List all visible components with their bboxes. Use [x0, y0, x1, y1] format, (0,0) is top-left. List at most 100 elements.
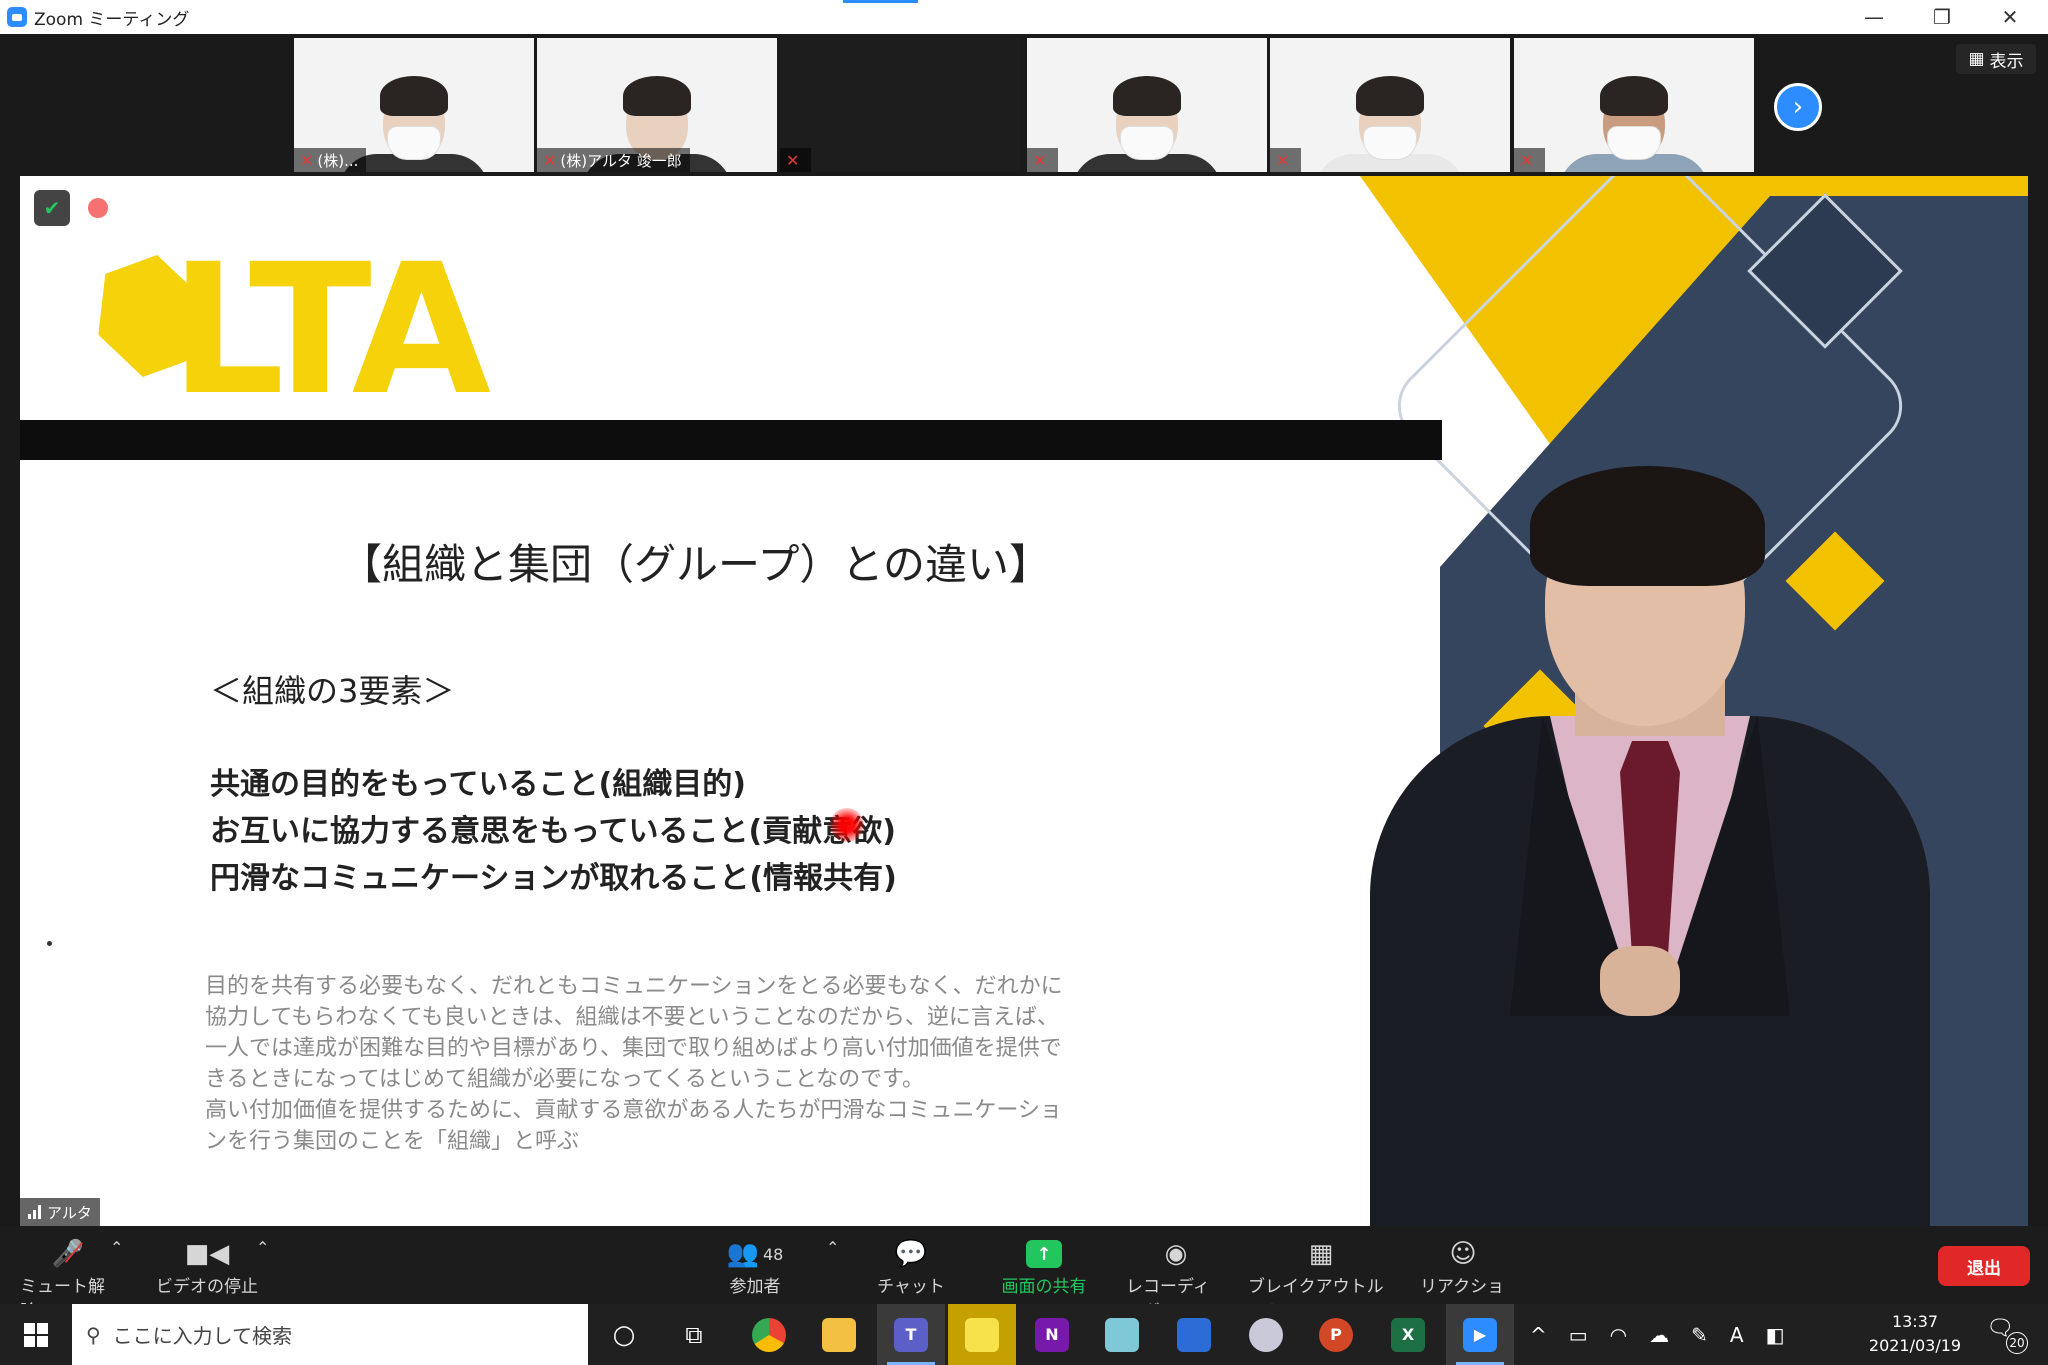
- slide-subtitle: ＜組織の3要素＞: [210, 672, 455, 710]
- ime-mode-icon[interactable]: ◧: [1766, 1323, 1785, 1347]
- mic-muted-icon: ✕: [786, 150, 800, 170]
- breakout-grid-icon: ▦: [1308, 1239, 1334, 1269]
- zoom-app-icon: [7, 7, 27, 27]
- smiley-plus-icon: ☺: [1449, 1239, 1477, 1269]
- mic-muted-icon: ✕: [1276, 150, 1290, 170]
- participant-thumbnail[interactable]: ✕: [780, 38, 1020, 172]
- close-button[interactable]: ✕: [1976, 0, 2044, 34]
- taskbar-search-box[interactable]: ⚲ ここに入力して検索: [72, 1304, 588, 1365]
- zoom-window: Zoom ミーティング — ❐ ✕ ✕ (株)... ✕ (株)アルタ 竣一郎: [0, 0, 2048, 1365]
- participant-name-tag: ✕: [780, 148, 812, 172]
- laser-pointer: [830, 808, 864, 842]
- cortana-button[interactable]: ○: [590, 1304, 658, 1365]
- video-options-caret[interactable]: ⌃: [256, 1238, 269, 1257]
- participants-count: 48: [763, 1244, 784, 1264]
- system-tray: ^ ▭ ◠ ☁ ✎ A ◧: [1530, 1304, 1784, 1365]
- leave-meeting-button[interactable]: 退出: [1938, 1246, 2030, 1286]
- title-bar: Zoom ミーティング — ❐ ✕: [0, 0, 2048, 34]
- participant-thumbnail[interactable]: ✕: [1514, 38, 1754, 172]
- participant-thumbnail[interactable]: ✕ (株)...: [294, 38, 534, 172]
- slide-list-item: 共通の目的をもっていること(組織目的): [210, 767, 746, 802]
- minimize-icon: —: [1864, 5, 1884, 29]
- taskbar-clock[interactable]: 13:37 2021/03/19: [1860, 1310, 1970, 1358]
- taskbar-app-excel[interactable]: X: [1374, 1304, 1442, 1365]
- participant-strip: ✕ (株)... ✕ (株)アルタ 竣一郎 ✕ ✕ ✕ ✕ › ▦ 表示: [0, 34, 2048, 176]
- slide-title: 【組織と集団（グループ）との違い】: [340, 540, 1052, 589]
- ime-indicator[interactable]: A: [1730, 1323, 1744, 1347]
- slide-list-item: お互いに協力する意思をもっていること(貢献意欲): [210, 814, 896, 849]
- wifi-icon[interactable]: ◠: [1610, 1323, 1627, 1347]
- participants-icon: 👥: [726, 1239, 759, 1269]
- remote-desktop-icon: [1177, 1317, 1211, 1352]
- participant-name-tag: ✕: [1270, 148, 1302, 172]
- taskbar-app-sticky-notes[interactable]: [948, 1304, 1016, 1365]
- show-hidden-icons-chevron[interactable]: ^: [1530, 1323, 1547, 1347]
- view-button[interactable]: ▦ 表示: [1956, 44, 2036, 74]
- onedrive-icon[interactable]: ☁: [1649, 1323, 1669, 1347]
- taskbar-app-powerpoint[interactable]: P: [1302, 1304, 1370, 1365]
- notepad-icon: [1105, 1317, 1139, 1352]
- participants-options-caret[interactable]: ⌃: [826, 1238, 839, 1257]
- taskbar-app-snip[interactable]: [1232, 1304, 1300, 1365]
- window-title: Zoom ミーティング: [34, 9, 190, 30]
- taskbar-app-chrome[interactable]: [735, 1304, 803, 1365]
- signal-strength-icon: [28, 1205, 41, 1219]
- windows-logo-icon: [24, 1322, 48, 1347]
- minimize-button[interactable]: —: [1840, 0, 1908, 34]
- security-shield-icon[interactable]: ✔: [34, 190, 70, 226]
- mic-muted-icon: 🎤̸: [51, 1239, 85, 1269]
- participant-thumbnail[interactable]: ✕: [1270, 38, 1510, 172]
- share-arrow-icon: ↑: [1026, 1240, 1062, 1268]
- presenter-video: [1330, 466, 1970, 1226]
- snip-icon: [1249, 1317, 1283, 1352]
- mic-muted-icon: ✕: [1520, 150, 1534, 170]
- chat-button[interactable]: 💬 チャット: [876, 1236, 946, 1297]
- folder-icon: [822, 1317, 856, 1352]
- search-placeholder: ここに入力して検索: [112, 1324, 293, 1348]
- taskbar-app-explorer[interactable]: [805, 1304, 873, 1365]
- audio-options-caret[interactable]: ⌃: [110, 1238, 123, 1257]
- slide-header-band: [20, 420, 1442, 460]
- loading-indicator: [843, 0, 918, 3]
- participants-button[interactable]: 👥 48 参加者: [720, 1236, 790, 1297]
- cortana-circle-icon: ○: [612, 1319, 636, 1350]
- chevron-right-icon: ›: [1792, 92, 1804, 122]
- close-icon: ✕: [2001, 5, 2019, 29]
- chrome-icon: [752, 1317, 786, 1352]
- video-camera-icon: ■◀: [184, 1239, 230, 1269]
- powerpoint-icon: P: [1319, 1317, 1353, 1352]
- task-view-icon: ⧉: [685, 1320, 703, 1349]
- pen-icon[interactable]: ✎: [1691, 1323, 1708, 1347]
- task-view-button[interactable]: ⧉: [660, 1304, 728, 1365]
- share-screen-button[interactable]: ↑ 画面の共有: [996, 1236, 1092, 1297]
- onenote-icon: N: [1035, 1317, 1069, 1352]
- grid-icon: ▦: [1968, 49, 1985, 69]
- slide-body-text: 目的を共有する必要もなく、だれともコミュニケーションをとる必要もなく、だれかに …: [205, 974, 1063, 1154]
- sticky-notes-icon: [965, 1317, 999, 1352]
- taskbar-app-teams[interactable]: T: [877, 1304, 945, 1365]
- mic-muted-icon: ✕: [1033, 150, 1047, 170]
- teams-icon: T: [894, 1317, 928, 1352]
- restore-button[interactable]: ❐: [1908, 0, 1976, 34]
- next-page-button[interactable]: ›: [1774, 83, 1822, 131]
- speaker-name-tag: アルタ: [20, 1198, 100, 1226]
- recording-indicator-icon: [88, 198, 108, 218]
- participant-thumbnail[interactable]: ✕ (株)アルタ 竣一郎: [537, 38, 777, 172]
- restore-icon: ❐: [1933, 5, 1951, 29]
- start-button[interactable]: [0, 1304, 72, 1365]
- search-icon: ⚲: [86, 1322, 101, 1347]
- notification-center-button[interactable]: 🗨 20: [1986, 1316, 2028, 1354]
- taskbar-app-sketch[interactable]: [1088, 1304, 1156, 1365]
- taskbar-app-onenote[interactable]: N: [1018, 1304, 1086, 1365]
- taskbar-app-remote[interactable]: [1160, 1304, 1228, 1365]
- participant-name-tag: ✕: [1514, 148, 1546, 172]
- record-icon: ◉: [1164, 1239, 1188, 1269]
- taskbar-app-zoom[interactable]: ▶: [1446, 1304, 1514, 1365]
- participant-name-tag: ✕: [1027, 148, 1059, 172]
- battery-icon[interactable]: ▭: [1569, 1323, 1588, 1347]
- shared-screen: ✔ LTA 【組織と集団（グループ）との違い】 ＜組織の3要素＞ 共通の目的をも…: [20, 176, 2028, 1226]
- participant-thumbnail[interactable]: ✕: [1027, 38, 1267, 172]
- meeting-toolbar: 🎤̸ ミュート解除 ⌃ ■◀ ビデオの停止 ⌃ 👥 48 参加者 ⌃ 💬 チャッ…: [0, 1226, 2048, 1322]
- alta-logo: LTA: [70, 221, 520, 421]
- stop-video-button[interactable]: ■◀ ビデオの停止: [155, 1236, 259, 1297]
